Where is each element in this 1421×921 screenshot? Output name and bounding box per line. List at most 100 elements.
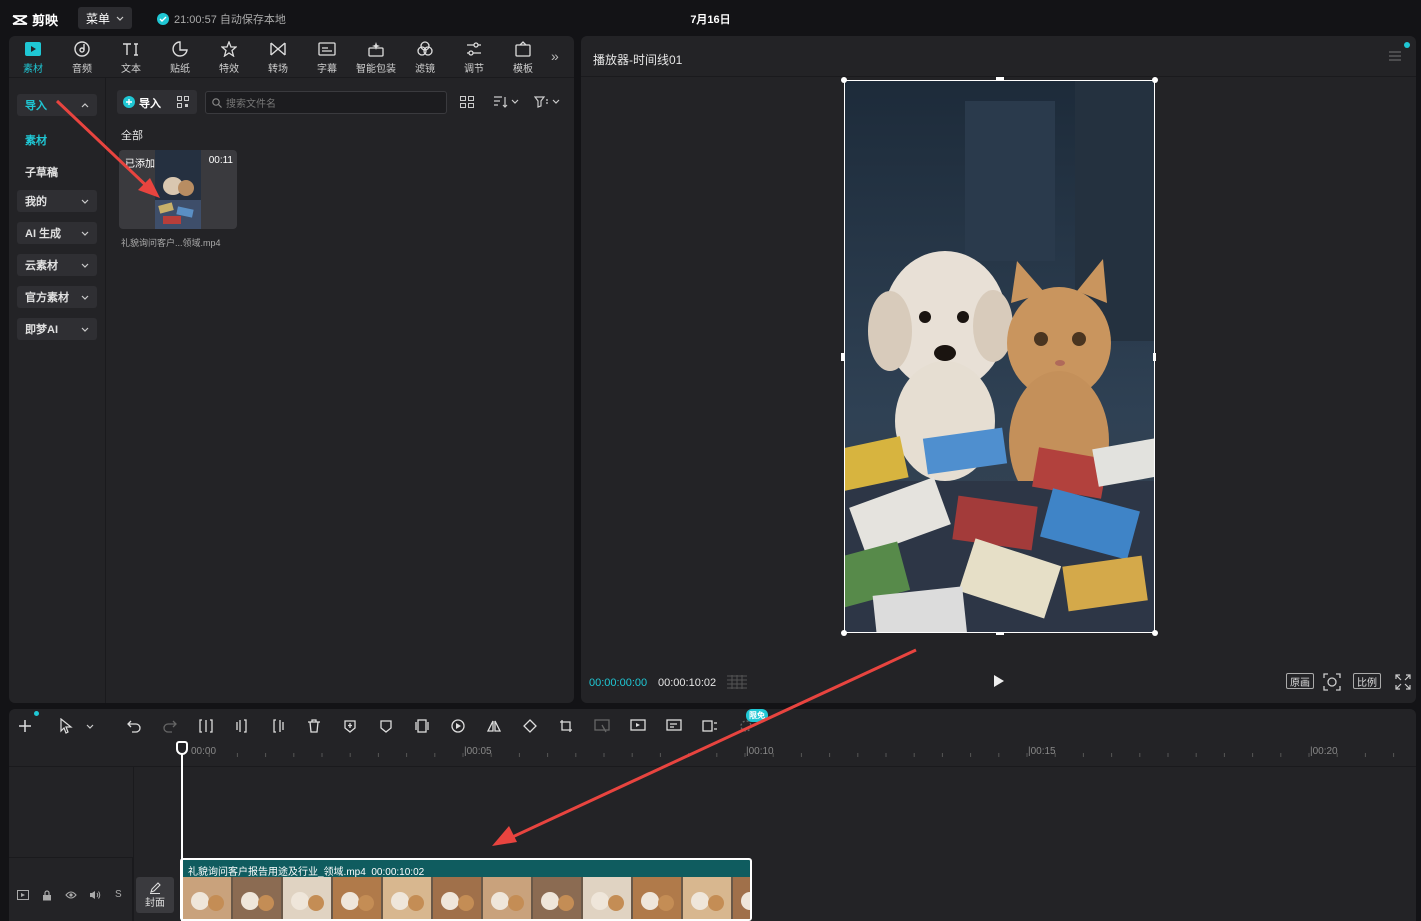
sidebar-item-jimeng[interactable]: 即梦AI [17, 318, 97, 340]
video-preview[interactable] [844, 80, 1155, 633]
add-track-icon[interactable] [16, 717, 34, 735]
import-button[interactable]: 导入 [117, 90, 197, 114]
tab-effects[interactable]: 特效 [207, 40, 251, 75]
add-video-icon[interactable] [629, 717, 647, 735]
track-video-icon[interactable] [17, 890, 29, 900]
sidebar-item-import[interactable]: 导入 [17, 94, 97, 116]
tab-transition[interactable]: 转场 [256, 40, 300, 75]
tab-audio[interactable]: 音频 [60, 40, 104, 75]
filmstrip-subject [458, 895, 474, 911]
tab-template[interactable]: 模板 [501, 40, 545, 75]
sidebar-item-label: 导入 [25, 100, 47, 112]
template-icon [514, 40, 532, 58]
crop-icon[interactable] [557, 717, 575, 735]
media-sidebar: 导入 素材 子草稿 我的 AI 生成 云素材 官方素材 即梦AI [9, 78, 106, 703]
playhead[interactable] [181, 743, 183, 921]
volume-icon[interactable] [89, 890, 101, 900]
sidebar-item-official[interactable]: 官方素材 [17, 286, 97, 308]
tab-subtitle[interactable]: 字幕 [305, 40, 349, 75]
chevron-down-icon [116, 16, 124, 21]
crop-handle[interactable] [841, 77, 847, 83]
eye-icon[interactable] [65, 891, 77, 899]
media-item-card[interactable]: 已添加 00:11 [119, 150, 237, 229]
sort-icon[interactable] [493, 96, 519, 108]
video-clip[interactable]: 礼貌询问客户报告用途及行业_领域.mp4 00:00:10:02 [180, 858, 752, 921]
fullscreen-icon[interactable] [1395, 674, 1411, 690]
timeline-panel: 限免 00:00 |00:05 |00:10 |00:15 |00:20 S 封… [9, 709, 1416, 921]
view-grid-icon[interactable] [460, 96, 474, 108]
crop-handle[interactable] [996, 632, 1004, 635]
sidebar-item-mine[interactable]: 我的 [17, 190, 97, 212]
search-input[interactable]: 搜索文件名 [205, 91, 447, 114]
tab-text[interactable]: 文本 [109, 40, 153, 75]
filmstrip-subject [291, 892, 309, 910]
tab-filter[interactable]: 滤镜 [403, 40, 447, 75]
media-section-all: 全部 [121, 130, 143, 142]
lock-icon[interactable] [42, 890, 52, 901]
mirror-icon[interactable] [485, 717, 503, 735]
current-time: 00:00:00:00 [589, 677, 648, 689]
sidebar-item-label: 我的 [25, 196, 47, 208]
marker-add-icon[interactable] [341, 717, 359, 735]
split-left-icon[interactable] [233, 717, 251, 735]
delete-icon[interactable] [305, 717, 323, 735]
chevron-down-icon [81, 327, 89, 332]
tab-adjust[interactable]: 调节 [452, 40, 496, 75]
undo-icon[interactable] [125, 717, 143, 735]
rotate-icon[interactable] [521, 717, 539, 735]
sidebar-item-cloud[interactable]: 云素材 [17, 254, 97, 276]
free-badge: 限免 [746, 709, 768, 722]
sidebar-item-material[interactable]: 素材 [25, 132, 47, 148]
original-quality-button[interactable]: 原画 [1286, 673, 1314, 689]
reverse-play-icon[interactable] [449, 717, 467, 735]
replace-clip-icon[interactable] [701, 717, 719, 735]
filmstrip-subject [558, 895, 574, 911]
audio-disc-icon [73, 40, 91, 58]
crop-handle[interactable] [1153, 353, 1156, 361]
aspect-ratio-button[interactable]: 比例 [1353, 673, 1381, 689]
freeze-frame-icon[interactable] [413, 717, 431, 735]
sidebar-item-label: AI 生成 [25, 228, 62, 240]
crop-handle[interactable] [1152, 77, 1158, 83]
select-cursor-icon[interactable] [57, 717, 75, 735]
timeline-toolbar: 限免 [9, 709, 1416, 743]
track-s-label: S [115, 889, 122, 900]
adjust-sliders-icon [465, 40, 483, 58]
menu-button[interactable]: 菜单 [78, 7, 132, 29]
play-icon[interactable] [993, 674, 1005, 688]
media-duration: 00:11 [208, 155, 233, 166]
crop-handle[interactable] [1152, 630, 1158, 636]
crop-handle[interactable] [841, 630, 847, 636]
media-play-icon [24, 40, 42, 58]
smart-crop-icon[interactable] [593, 717, 611, 735]
chevron-down-icon[interactable] [81, 717, 99, 735]
sidebar-item-ai-gen[interactable]: AI 生成 [17, 222, 97, 244]
more-tabs-icon[interactable]: » [551, 48, 559, 64]
crop-handle[interactable] [996, 77, 1004, 80]
filter-icon [416, 40, 434, 58]
filmstrip-subject [691, 892, 709, 910]
tab-sticker[interactable]: 贴纸 [158, 40, 202, 75]
redo-icon[interactable] [161, 717, 179, 735]
zoom-focus-icon[interactable] [1323, 673, 1341, 691]
sidebar-item-sub-draft[interactable]: 子草稿 [25, 164, 58, 180]
chevron-up-icon [81, 102, 89, 107]
divider [9, 766, 1416, 767]
qr-code-icon [177, 96, 189, 108]
menu-label: 菜单 [85, 11, 110, 26]
cover-button[interactable]: 封面 [136, 877, 174, 913]
split-icon[interactable] [197, 717, 215, 735]
hamburger-menu-icon[interactable] [1388, 50, 1402, 62]
tab-media[interactable]: 素材 [11, 40, 55, 75]
tab-label: 模板 [513, 64, 533, 75]
playhead-handle[interactable] [176, 741, 188, 755]
crop-handle[interactable] [841, 353, 844, 361]
marker-icon[interactable] [377, 717, 395, 735]
split-right-icon[interactable] [269, 717, 287, 735]
media-thumbnail [155, 150, 201, 229]
filter-funnel-icon[interactable] [534, 96, 560, 108]
timecode-grid-icon[interactable] [726, 674, 748, 690]
subtitle-edit-icon[interactable] [665, 717, 683, 735]
sidebar-item-label: 云素材 [25, 260, 58, 272]
tab-smart-package[interactable]: 智能包装 [354, 40, 398, 75]
